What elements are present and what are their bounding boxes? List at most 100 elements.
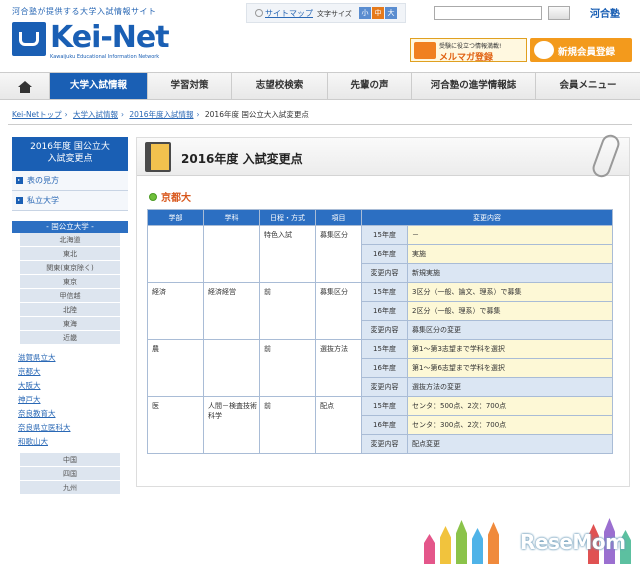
cell-faculty: 農 xyxy=(147,339,204,397)
pencil xyxy=(440,526,451,564)
sidebar: 2016年度 国公立大 入試変更点 表の見方 私立大学 - 国公立大学 - 北海… xyxy=(12,137,128,495)
register-banner[interactable]: 新規会員登録 xyxy=(530,38,632,62)
table-header-row: 学部 学科 日程・方式 項目 変更内容 xyxy=(147,209,613,226)
nav-admission-info[interactable]: 大学入試情報 xyxy=(50,73,148,99)
font-size-medium-button[interactable]: 中 xyxy=(372,7,384,19)
sidebar-region[interactable]: 中国 xyxy=(20,453,120,467)
sidebar-region[interactable]: 北海道 xyxy=(20,233,120,247)
sitemap-link[interactable]: サイトマップ xyxy=(255,8,313,19)
breadcrumb-separator: › xyxy=(196,110,200,119)
table-row: 農前選抜方法 15年度 第1～第3志望まで学科を選択 xyxy=(147,339,613,397)
table-row: 医人間－検査技術科学前配点 15年度 センタ：500点、2次：700点 xyxy=(147,396,613,454)
pencil xyxy=(424,534,435,564)
cell-year-label: 15年度 xyxy=(361,396,408,416)
cell-change-content: 2区分（一般、理系）で募集 xyxy=(407,301,613,321)
sidebar-region[interactable]: 九州 xyxy=(20,481,120,495)
cell-year-label: 変更内容 xyxy=(361,377,408,397)
breadcrumb-top[interactable]: Kei-Netトップ xyxy=(12,110,62,119)
font-size-small-button[interactable]: 小 xyxy=(359,7,371,19)
header-department: 学科 xyxy=(203,209,260,226)
breadcrumb-current: 2016年度 国公立大入試変更点 xyxy=(204,110,309,119)
breadcrumb-2016[interactable]: 2016年度入試情報 xyxy=(129,110,193,119)
tagline: 河合塾が提供する大学入試情報サイト xyxy=(12,7,157,16)
nav-member-menu[interactable]: 会員メニュー xyxy=(536,73,640,99)
table-row: 特色入試 募集区分 15年度－ xyxy=(147,225,613,283)
nav-seniors-voice[interactable]: 先輩の声 xyxy=(328,73,412,99)
sidebar-university[interactable]: 奈良教育大 xyxy=(12,407,128,421)
sidebar-item-label: 私立大学 xyxy=(27,196,59,205)
book-logo-icon xyxy=(12,22,46,56)
university-name: 京都大 xyxy=(161,193,191,204)
nav-school-search[interactable]: 志望校検索 xyxy=(232,73,328,99)
header-change: 変更内容 xyxy=(361,209,613,226)
sidebar-item-legend[interactable]: 表の見方 xyxy=(12,171,128,191)
cell-schedule: 特色入試 xyxy=(259,225,316,283)
sidebar-item-label: 表の見方 xyxy=(27,176,59,185)
sidebar-item-private[interactable]: 私立大学 xyxy=(12,191,128,211)
kei-net-logo[interactable]: Kei-Net Kawaijuku Educational Informatio… xyxy=(12,20,182,60)
divider xyxy=(8,124,632,125)
main-header: 2016年度 入試変更点 xyxy=(137,132,629,180)
bullet-icon xyxy=(149,193,157,201)
sidebar-region[interactable]: 四国 xyxy=(20,467,120,481)
notebook-icon xyxy=(145,142,171,172)
sidebar-region[interactable]: 東京 xyxy=(20,275,120,289)
cell-change-content: 選抜方法の変更 xyxy=(407,377,613,397)
cell-schedule: 前 xyxy=(259,396,316,454)
font-size-large-button[interactable]: 大 xyxy=(385,7,397,19)
nav-study[interactable]: 学習対策 xyxy=(148,73,232,99)
header-item: 項目 xyxy=(315,209,362,226)
arrow-icon xyxy=(16,197,23,204)
resemom-watermark: ReseMom xyxy=(520,530,626,554)
register-banner-label: 新規会員登録 xyxy=(558,47,616,58)
sidebar-region[interactable]: 東北 xyxy=(20,247,120,261)
sidebar-university[interactable]: 京都大 xyxy=(12,365,128,379)
cell-faculty: 経済 xyxy=(147,282,204,340)
cell-schedule: 前 xyxy=(259,339,316,397)
cell-year-label: 変更内容 xyxy=(361,434,408,454)
cell-change-content: 第1～第6志望まで学科を選択 xyxy=(407,358,613,378)
cell-change-content: 実施 xyxy=(407,244,613,264)
nav-magazine[interactable]: 河合塾の進学情報誌 xyxy=(412,73,536,99)
cell-year-label: 16年度 xyxy=(361,244,408,264)
sidebar-university[interactable]: 神戸大 xyxy=(12,393,128,407)
sidebar-region[interactable]: 東海 xyxy=(20,317,120,331)
nav-home[interactable] xyxy=(0,73,50,99)
cell-item: 募集区分 xyxy=(315,282,362,340)
search-button[interactable] xyxy=(548,6,570,20)
cell-department: 経済経営 xyxy=(203,282,260,340)
cell-year-label: 16年度 xyxy=(361,301,408,321)
mailmag-banner[interactable]: 受験に役立つ情報満載! メルマガ登録 xyxy=(410,38,527,63)
cell-year-label: 15年度 xyxy=(361,225,408,245)
breadcrumb-admission[interactable]: 大学入試情報 xyxy=(73,110,118,119)
cell-year-label: 16年度 xyxy=(361,415,408,435)
sidebar-title-line2: 入試変更点 xyxy=(47,154,93,164)
page-title: 2016年度 入試変更点 xyxy=(181,152,303,166)
cell-change-content: 配点変更 xyxy=(407,434,613,454)
sidebar-region[interactable]: 甲信越 xyxy=(20,289,120,303)
changes-table: 学部 学科 日程・方式 項目 変更内容 特色入試 募集区分 15年度－ 16年度 実施変… xyxy=(147,209,613,454)
search-input[interactable] xyxy=(434,6,542,20)
cell-year-label: 16年度 xyxy=(361,358,408,378)
mailmag-banner-label: メルマガ登録 xyxy=(439,53,494,63)
sidebar-university[interactable]: 奈良県立医科大 xyxy=(12,421,128,435)
sidebar-university[interactable]: 滋賀県立大 xyxy=(12,351,128,365)
mail-icon xyxy=(414,42,436,59)
cell-department xyxy=(203,225,260,283)
pencil xyxy=(456,520,467,564)
cell-change-content: 新規実施 xyxy=(407,263,613,283)
logo-text: Kei-Net xyxy=(50,20,170,55)
sidebar-region[interactable]: 近畿 xyxy=(20,331,120,345)
cell-item: 配点 xyxy=(315,396,362,454)
cell-faculty: 医 xyxy=(147,396,204,454)
cell-item: 募集区分 xyxy=(315,225,362,283)
sidebar-university[interactable]: 大阪大 xyxy=(12,379,128,393)
cell-change-content: － xyxy=(407,225,613,245)
sidebar-university[interactable]: 和歌山大 xyxy=(12,435,128,449)
sidebar-region[interactable]: 北陸 xyxy=(20,303,120,317)
cell-change-content: 募集区分の変更 xyxy=(407,320,613,340)
breadcrumb: Kei-Netトップ › 大学入試情報 › 2016年度入試情報 › 2016年度 国… xyxy=(12,109,309,120)
sidebar-region[interactable]: 関東(東京除く) xyxy=(20,261,120,275)
breadcrumb-separator: › xyxy=(64,110,68,119)
kawaijuku-logo[interactable]: 河合塾 xyxy=(590,5,620,20)
